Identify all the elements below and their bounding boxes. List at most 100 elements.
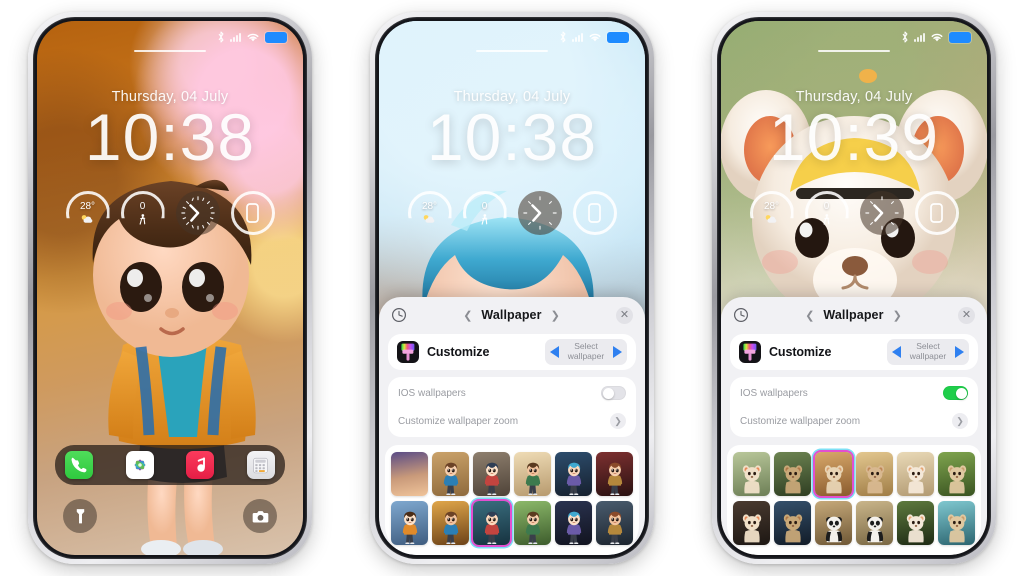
wifi-icon xyxy=(589,33,601,41)
wallpaper-thumb-8[interactable] xyxy=(432,501,469,545)
wallpaper-thumb-5[interactable] xyxy=(897,452,934,496)
wallpaper-thumb-7[interactable] xyxy=(733,501,770,545)
ios-wallpapers-toggle[interactable] xyxy=(601,386,626,400)
chevron-right-icon[interactable]: ❯ xyxy=(551,309,560,322)
top-hairline xyxy=(134,50,206,52)
customize-zoom-label: Customize wallpaper zoom xyxy=(398,415,519,427)
photos-flower-icon xyxy=(134,459,145,471)
sheet-header: ❮ Wallpaper ❯ ✕ xyxy=(379,300,645,330)
quick-action-row xyxy=(37,499,303,533)
wallpaper-thumbnail-grid[interactable] xyxy=(727,445,981,555)
wallpaper-thumbnail-grid[interactable] xyxy=(385,445,639,555)
camera-button[interactable] xyxy=(243,499,277,533)
select-line-1: Select xyxy=(916,341,940,352)
wallpaper-thumb-6[interactable] xyxy=(596,452,633,496)
phone-middle-screen[interactable]: Thursday, 04 July 10:38 28° 0 ❮ Wallpape… xyxy=(379,21,645,555)
camera-icon xyxy=(252,510,268,523)
battery-icon xyxy=(607,31,629,43)
phone-left: Thursday, 04 July 10:38 28° 0 xyxy=(28,12,312,564)
phone-middle: Thursday, 04 July 10:38 28° 0 ❮ Wallpape… xyxy=(370,12,654,564)
wallpaper-thumb-8[interactable] xyxy=(774,501,811,545)
status-bar xyxy=(37,21,303,47)
customize-label: Customize xyxy=(427,345,490,359)
chevron-left-icon[interactable]: ❮ xyxy=(463,309,472,322)
history-clock-icon[interactable] xyxy=(391,307,407,323)
phone-app[interactable] xyxy=(65,451,93,479)
flashlight-button[interactable] xyxy=(63,499,97,533)
wallpaper-thumb-12[interactable] xyxy=(596,501,633,545)
wallpaper-thumb-3[interactable] xyxy=(815,452,852,496)
wallpaper-thumb-1[interactable] xyxy=(391,452,428,496)
close-icon[interactable]: ✕ xyxy=(615,306,633,324)
chevron-right-icon[interactable]: ❯ xyxy=(893,309,902,322)
wallpaper-thumb-9[interactable] xyxy=(473,501,510,545)
customize-card: Customize Select wallpaper xyxy=(388,334,636,370)
calculator-icon xyxy=(253,457,269,473)
customize-zoom-label: Customize wallpaper zoom xyxy=(740,415,861,427)
sheet-title: Wallpaper xyxy=(823,308,884,322)
home-dock xyxy=(55,445,285,485)
triangle-left-icon[interactable] xyxy=(892,346,901,358)
wallpaper-sheet: ❮ Wallpaper ❯ ✕ Customize Select wallpap… xyxy=(379,297,645,555)
chevron-right-icon[interactable]: ❯ xyxy=(610,413,626,429)
close-icon[interactable]: ✕ xyxy=(957,306,975,324)
wallpaper-thumb-7[interactable] xyxy=(391,501,428,545)
select-wallpaper-label: Select wallpaper xyxy=(905,342,951,361)
top-hairline xyxy=(818,50,890,52)
select-wallpaper-label: Select wallpaper xyxy=(563,342,609,361)
select-line-2: wallpaper xyxy=(567,351,605,361)
music-app[interactable] xyxy=(186,451,215,479)
customize-wallpaper-zoom-row[interactable]: Customize wallpaper zoom ❯ xyxy=(388,407,636,435)
chevron-left-icon[interactable]: ❮ xyxy=(805,309,814,322)
customize-card: Customize Select wallpaper xyxy=(730,334,978,370)
wallpaper-thumb-4[interactable] xyxy=(856,452,893,496)
status-bar xyxy=(379,21,645,47)
wallpaper-thumb-3[interactable] xyxy=(473,452,510,496)
photos-app[interactable] xyxy=(125,451,154,479)
wallpaper-thumb-9[interactable] xyxy=(815,501,852,545)
wallpaper-thumb-2[interactable] xyxy=(774,452,811,496)
history-clock-icon[interactable] xyxy=(733,307,749,323)
wallpaper-thumb-11[interactable] xyxy=(897,501,934,545)
triangle-left-icon[interactable] xyxy=(550,346,559,358)
wallpaper-thumb-4[interactable] xyxy=(514,452,551,496)
wallpaper-thumb-12[interactable] xyxy=(938,501,975,545)
cellular-signal-icon xyxy=(914,32,925,42)
phone-handset-icon xyxy=(71,457,86,472)
bluetooth-icon xyxy=(218,31,224,43)
select-wallpaper-control[interactable]: Select wallpaper xyxy=(545,339,627,365)
phone-left-screen[interactable]: Thursday, 04 July 10:38 28° 0 xyxy=(37,21,303,555)
wallpaper-thumb-5[interactable] xyxy=(555,452,592,496)
triangle-right-icon[interactable] xyxy=(613,346,622,358)
battery-icon xyxy=(265,31,287,43)
battery-icon xyxy=(949,31,971,43)
paintbrush-icon xyxy=(739,341,761,363)
ios-wallpapers-row[interactable]: IOS wallpapers xyxy=(730,379,978,407)
select-wallpaper-control[interactable]: Select wallpaper xyxy=(887,339,969,365)
wallpaper-thumb-2[interactable] xyxy=(432,452,469,496)
ios-wallpapers-row[interactable]: IOS wallpapers xyxy=(388,379,636,407)
phone-bezel: Thursday, 04 July 10:38 28° 0 xyxy=(375,17,649,559)
ios-wallpapers-label: IOS wallpapers xyxy=(740,387,808,399)
triangle-right-icon[interactable] xyxy=(955,346,964,358)
wallpaper-thumb-1[interactable] xyxy=(733,452,770,496)
sheet-title: Wallpaper xyxy=(481,308,542,322)
boy-character-illustration xyxy=(92,179,256,555)
wallpaper-sheet: ❮ Wallpaper ❯ ✕ Customize Select wallpap… xyxy=(721,297,987,555)
sheet-header: ❮ Wallpaper ❯ ✕ xyxy=(721,300,987,330)
wallpaper-thumb-6[interactable] xyxy=(938,452,975,496)
customize-wallpaper-zoom-row[interactable]: Customize wallpaper zoom ❯ xyxy=(730,407,978,435)
sheet-title-nav: ❮ Wallpaper ❯ xyxy=(805,308,902,322)
chevron-right-icon[interactable]: ❯ xyxy=(952,413,968,429)
wifi-icon xyxy=(931,33,943,41)
settings-card: IOS wallpapers Customize wallpaper zoom … xyxy=(730,377,978,437)
calculator-app[interactable] xyxy=(246,451,275,479)
wifi-icon xyxy=(247,33,259,41)
ios-wallpapers-toggle[interactable] xyxy=(943,386,968,400)
wallpaper-thumb-10[interactable] xyxy=(514,501,551,545)
select-line-2: wallpaper xyxy=(909,351,947,361)
wallpaper-thumb-10[interactable] xyxy=(856,501,893,545)
phone-right-screen[interactable]: Thursday, 04 July 10:39 28° 0 ❮ Wallpape… xyxy=(721,21,987,555)
paintbrush-icon xyxy=(397,341,419,363)
wallpaper-thumb-11[interactable] xyxy=(555,501,592,545)
